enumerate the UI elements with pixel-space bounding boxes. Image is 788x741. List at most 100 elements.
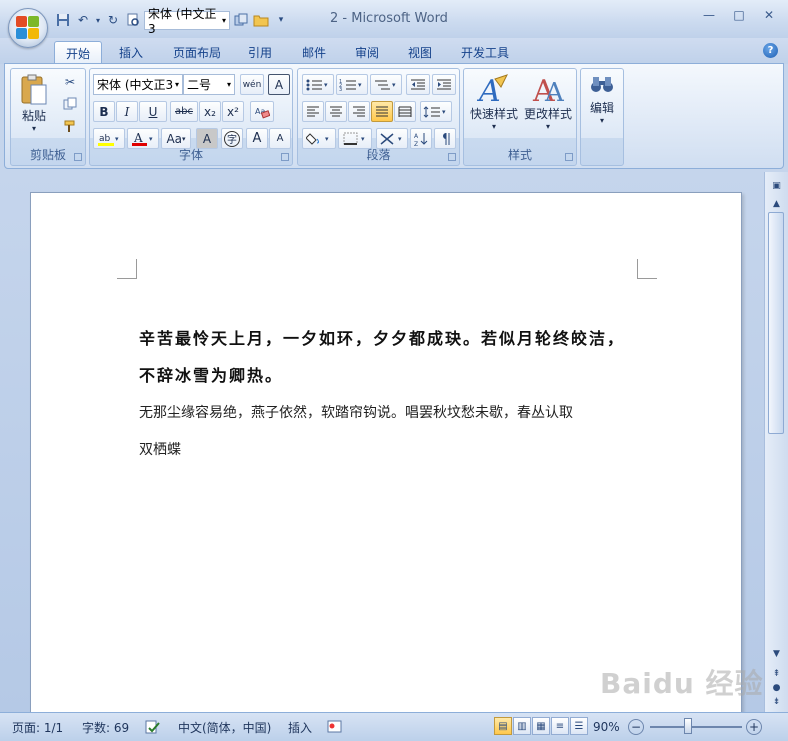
multilevel-list-icon: ▾ [375, 80, 396, 89]
tab-page-layout[interactable]: 页面布局 [166, 41, 228, 64]
tab-developer[interactable]: 开发工具 [454, 41, 516, 64]
font-group: 宋体 (中文正3 ▾ 二号 ▾ wén A B I U abc x₂ x² Aa… [89, 68, 293, 166]
quick-access-toolbar: ↶ ▾ ↻ 宋体 (中文正3 ▾ ▾ [54, 7, 290, 36]
zoom-out-icon[interactable]: − [628, 719, 644, 735]
print-layout-view-icon[interactable]: ▤ [494, 717, 512, 735]
scroll-up-icon[interactable]: ▲ [768, 196, 785, 211]
svg-text:▾: ▾ [115, 135, 119, 143]
svg-text:▾: ▾ [392, 81, 396, 89]
next-page-icon[interactable]: ⇟ [768, 694, 785, 709]
redo-icon[interactable]: ↻ [104, 11, 122, 29]
undo-icon[interactable]: ↶ [74, 11, 92, 29]
quick-styles-button[interactable]: A 快速样式 ▾ [468, 73, 520, 131]
tab-review[interactable]: 审阅 [349, 41, 385, 64]
sort-icon: AZ [414, 132, 428, 147]
tab-home[interactable]: 开始 [54, 41, 102, 64]
proofing-icon[interactable] [144, 718, 162, 736]
paragraph-group: ▾ 1 2 3 ▾ ▾ ▾ ▾ ▾ ▾ A Z 段落 [297, 68, 460, 166]
customize-qat-icon[interactable]: ▾ [272, 11, 290, 29]
web-layout-icon[interactable]: ▦ [532, 717, 550, 735]
multilevel-list-button[interactable]: ▾ [370, 74, 402, 95]
paste-label: 粘贴 [21, 109, 46, 123]
styles-group: A 快速样式 ▾ AA 更改样式 ▾ 样式 [463, 68, 577, 166]
doc-line-3: 无那尘缘容易绝，燕子依然，软踏帘钩说。唱罢秋坟愁未歇，春丛认取 [139, 405, 573, 421]
dialog-launcher-icon[interactable] [565, 153, 573, 161]
bullets-button[interactable]: ▾ [302, 74, 334, 95]
svg-text:▾: ▾ [325, 135, 329, 143]
font-size-combo[interactable]: 二号 ▾ [183, 74, 235, 95]
page-count[interactable]: 页面: 1/1 [12, 718, 63, 736]
close-icon[interactable]: ✕ [756, 6, 782, 24]
quick-styles-icon: A [477, 74, 508, 105]
language-indicator[interactable]: 中文(简体，中国) [178, 718, 271, 736]
increase-indent-button[interactable] [432, 74, 456, 95]
tab-references[interactable]: 引用 [242, 41, 278, 64]
dialog-launcher-icon[interactable] [281, 153, 289, 161]
copy-icon[interactable] [232, 11, 250, 29]
clear-format-button[interactable]: Aa [250, 101, 274, 122]
line-spacing-icon: ▾ [423, 105, 446, 118]
decrease-indent-button[interactable] [406, 74, 430, 95]
numbering-button[interactable]: 1 2 3 ▾ [336, 74, 368, 95]
format-painter-icon[interactable] [61, 117, 79, 135]
insert-mode[interactable]: 插入 [288, 718, 312, 736]
office-button[interactable] [8, 8, 48, 48]
italic-button[interactable]: I [116, 101, 138, 122]
ruler-toggle-icon[interactable]: ▣ [768, 178, 785, 193]
save-icon[interactable] [54, 11, 72, 29]
select-browse-object-icon[interactable]: ● [768, 680, 785, 695]
highlighter-icon: ab ▾ [98, 134, 119, 146]
underline-button[interactable]: U [139, 101, 167, 122]
zoom-in-icon[interactable]: + [746, 719, 762, 735]
svg-text:3: 3 [339, 87, 342, 92]
tab-mailings[interactable]: 邮件 [296, 41, 332, 64]
subscript-button[interactable]: x₂ [199, 101, 221, 122]
draft-view-icon[interactable]: ☰ [570, 717, 588, 735]
phonetic-guide-button[interactable]: wén [240, 74, 264, 95]
zoom-slider-track[interactable] [650, 726, 742, 728]
char-border-button[interactable]: A [268, 74, 290, 95]
dropdown-arrow-icon[interactable]: ▾ [94, 11, 102, 29]
borders-icon: ▾ [343, 132, 365, 145]
justify-button[interactable] [371, 101, 393, 122]
editing-button[interactable]: 编辑 ▾ [585, 73, 619, 125]
align-left-button[interactable] [302, 101, 324, 122]
macro-record-icon[interactable] [327, 718, 343, 736]
qat-font-combo[interactable]: 宋体 (中文正3 ▾ [144, 7, 230, 36]
copy-small-icon[interactable] [61, 95, 79, 113]
cut-icon[interactable]: ✂ [61, 73, 79, 91]
zoom-slider-thumb[interactable] [684, 718, 692, 734]
help-icon[interactable]: ? [763, 43, 778, 58]
font-name-combo[interactable]: 宋体 (中文正3 ▾ [93, 74, 183, 95]
align-center-icon [330, 106, 342, 116]
strikethrough-button[interactable]: abc [170, 101, 198, 122]
scroll-down-icon[interactable]: ▼ [768, 646, 785, 661]
dialog-launcher-icon[interactable] [74, 153, 82, 161]
bold-button[interactable]: B [93, 101, 115, 122]
scroll-thumb[interactable] [768, 212, 784, 434]
tab-insert[interactable]: 插入 [112, 41, 150, 64]
print-preview-icon[interactable] [124, 11, 142, 29]
chevron-down-icon: ▾ [174, 80, 179, 89]
minimize-icon[interactable]: — [696, 6, 722, 24]
increase-indent-icon [437, 79, 451, 89]
distributed-button[interactable] [394, 101, 416, 122]
line-spacing-button[interactable]: ▾ [420, 101, 452, 122]
word-count[interactable]: 字数: 69 [82, 718, 129, 736]
align-center-button[interactable] [325, 101, 347, 122]
tab-view[interactable]: 视图 [402, 41, 438, 64]
maximize-icon[interactable]: □ [726, 6, 752, 24]
document-page[interactable]: 辛苦最怜天上月，一夕如环，夕夕都成玦。若似月轮终皎洁， 不辞冰雪为卿热。 无那尘… [30, 192, 742, 722]
superscript-button[interactable]: x² [222, 101, 244, 122]
previous-page-icon[interactable]: ⇞ [768, 666, 785, 681]
outline-view-icon[interactable]: ≡ [551, 717, 569, 735]
change-styles-button[interactable]: AA 更改样式 ▾ [522, 73, 574, 131]
vertical-scrollbar[interactable]: ▣ ▲ ▼ ⇞ ● ⇟ [764, 172, 788, 712]
margin-corner-top-right [637, 259, 657, 279]
paste-button[interactable]: 粘贴 ▾ [17, 73, 51, 133]
full-screen-reading-icon[interactable]: ▥ [513, 717, 531, 735]
zoom-level[interactable]: 90% [593, 718, 620, 736]
align-right-button[interactable] [348, 101, 370, 122]
open-folder-icon[interactable] [252, 11, 270, 29]
dialog-launcher-icon[interactable] [448, 153, 456, 161]
